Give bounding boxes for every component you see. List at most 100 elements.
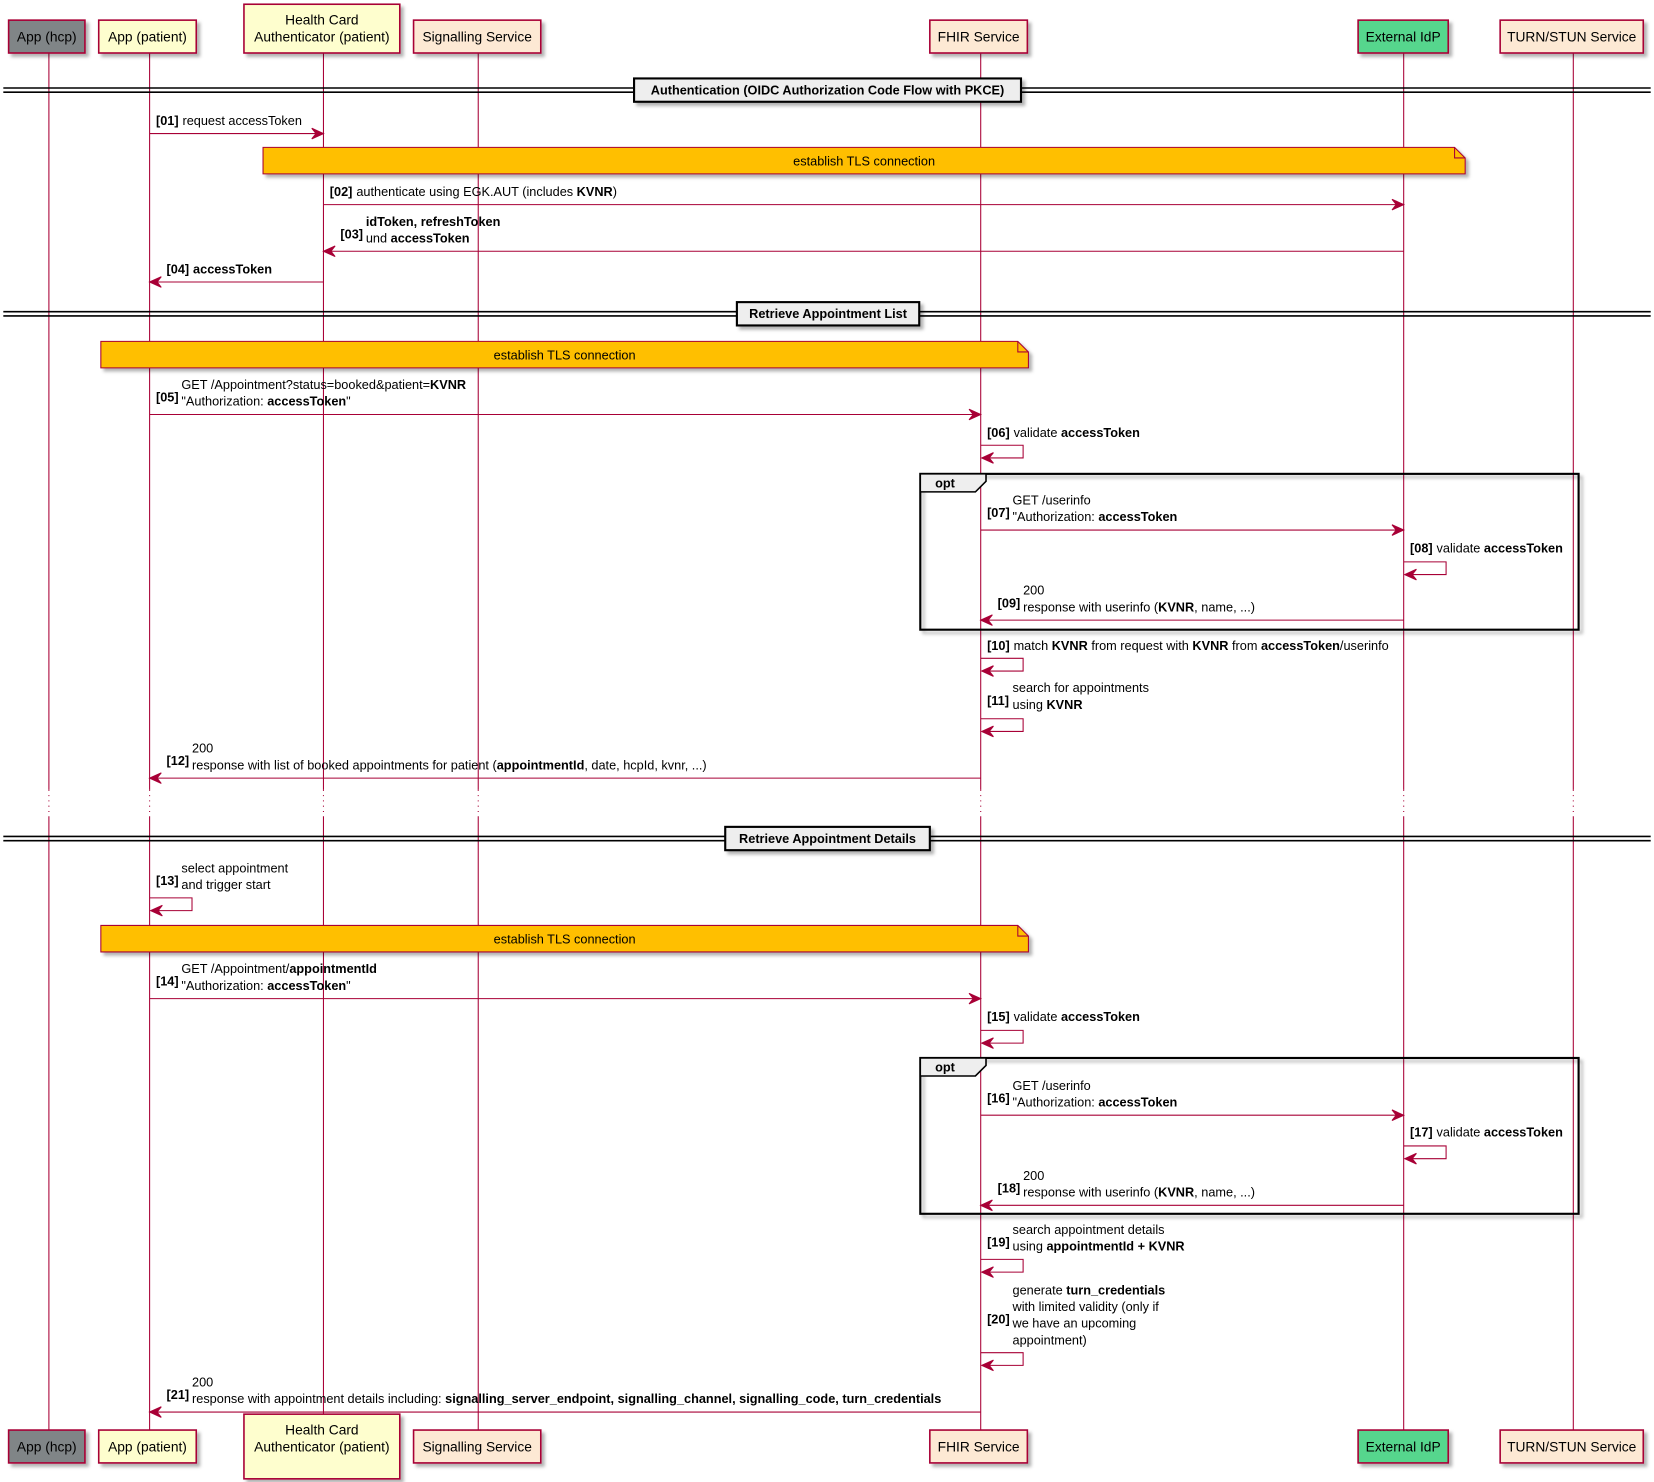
message-label-segment: 200 — [192, 1375, 213, 1390]
message-label: request accessToken — [182, 113, 301, 128]
message-label-segment: "Authorization: — [1013, 1094, 1099, 1109]
message-10: [10] match KVNR from request with KVNR fr… — [980, 638, 1389, 677]
message-12: [12]200response with list of booked appo… — [148, 741, 981, 784]
message-label-segment: "Authorization: — [181, 394, 267, 409]
message-label-segment: response with userinfo ( — [1023, 599, 1159, 614]
message-label: search appointment details — [1013, 1222, 1165, 1237]
message-01: [01] request accessToken — [149, 113, 325, 140]
message-label-segment: "Authorization: — [1013, 509, 1099, 524]
message-label: response with appointment details includ… — [192, 1391, 941, 1406]
message-label-segment: accessToken — [1061, 425, 1140, 440]
message-label-segment: "Authorization: — [181, 978, 267, 993]
message-label-segment: idToken, refreshToken — [366, 214, 501, 229]
message-08: [08] validate accessToken — [1403, 540, 1563, 581]
message-label-segment: appointment) — [1013, 1332, 1087, 1347]
message-11: [11] search for appointments using KVNR — [980, 680, 1149, 738]
message-label-segment: /userinfo — [1340, 638, 1389, 653]
message-label-segment: response with list of booked appointment… — [192, 757, 497, 772]
message-label-segment: appointmentId + KVNR — [1046, 1239, 1184, 1254]
participant-label-fhir: FHIR Service — [938, 1439, 1020, 1454]
participant-label-sig: Signalling Service — [422, 29, 532, 44]
message-label: we have an upcoming — [1012, 1316, 1137, 1331]
message-label-segment: authenticate using EGK.AUT (includes — [356, 184, 576, 199]
message-label-segment: validate — [1014, 425, 1061, 440]
participant-label-hca: Health Card — [285, 12, 358, 27]
message-label-segment: appointmentId — [497, 757, 585, 772]
participant-label-sig: Signalling Service — [422, 1439, 532, 1454]
divider-title: Authentication (OIDC Authorization Code … — [651, 82, 1005, 97]
message-label: using KVNR — [1013, 697, 1083, 712]
participant-label-patient: App (patient) — [108, 1439, 187, 1454]
note-text: establish TLS connection — [494, 931, 636, 946]
message-20: [20]generate turn_credentialswith limite… — [980, 1282, 1165, 1372]
message-label-segment: and trigger start — [181, 877, 271, 892]
message-number: [13] — [156, 873, 179, 888]
message-label-segment: , name, ...) — [1194, 1185, 1255, 1200]
message-label: authenticate using EGK.AUT (includes KVN… — [356, 184, 617, 199]
message-21: [21]200response with appointment details… — [148, 1375, 981, 1418]
message-label-segment: we have an upcoming — [1012, 1316, 1137, 1331]
participant-label-fhir: FHIR Service — [938, 29, 1020, 44]
message-number: [05] — [156, 390, 179, 405]
message-number: [15] — [987, 1009, 1010, 1024]
message-number: [07] — [987, 505, 1010, 520]
message-label: appointment) — [1013, 1332, 1087, 1347]
message-label-segment: using — [1013, 1239, 1047, 1254]
message-label-segment: match — [1014, 638, 1052, 653]
message-label-segment: accessToken — [1484, 540, 1563, 555]
message-label: GET /Appointment/appointmentId — [181, 961, 377, 976]
message-label: GET /Appointment?status=booked&patient=K… — [181, 377, 466, 392]
message-label-segment: 200 — [1023, 583, 1044, 598]
message-label-segment: accessToken — [1061, 1009, 1140, 1024]
message-number: [16] — [987, 1090, 1010, 1105]
message-number: [21] — [167, 1387, 190, 1402]
message-label-segment: GET /Appointment/ — [181, 961, 289, 976]
message-number: [12] — [167, 753, 190, 768]
message-label-segment: 200 — [192, 741, 213, 756]
message-label-segment: using — [1013, 697, 1047, 712]
message-label: und accessToken — [366, 230, 470, 245]
message-label: 200 — [192, 741, 213, 756]
message-16: [16]GET /userinfo"Authorization: accessT… — [980, 1078, 1405, 1121]
message-label-segment: from request with — [1088, 638, 1193, 653]
message-15: [15] validate accessToken — [980, 1009, 1140, 1049]
message-label-segment: appointmentId — [289, 961, 377, 976]
message-04: [04] accessToken — [148, 262, 324, 288]
message-label-segment: KVNR — [1158, 1185, 1194, 1200]
participant-label-hca: Authenticator (patient) — [254, 1439, 389, 1454]
message-label-segment: validate — [1437, 540, 1484, 555]
message-17: [17] validate accessToken — [1403, 1124, 1563, 1165]
sequence-diagram: Authentication (OIDC Authorization Code … — [0, 0, 1654, 1482]
message-label-segment: und — [366, 230, 391, 245]
note-text: establish TLS connection — [793, 153, 935, 168]
message-label: accessToken — [193, 262, 272, 277]
message-13: [13]select appointment and trigger start — [149, 860, 289, 917]
message-label-segment: select appointment — [181, 860, 288, 875]
message-label-segment: KVNR — [1158, 599, 1194, 614]
message-label-segment: accessToken — [1261, 638, 1340, 653]
participant-label-hcp: App (hcp) — [17, 1439, 77, 1454]
participant-label-idp: External IdP — [1366, 29, 1441, 44]
participant-label-hca: Authenticator (patient) — [254, 29, 389, 44]
message-label-segment: ) — [613, 184, 617, 199]
opt-label: opt — [935, 1060, 956, 1075]
message-number: [11] — [987, 693, 1009, 708]
message-label-segment: accessToken — [193, 262, 272, 277]
message-number: [09] — [998, 595, 1021, 610]
message-label-segment: GET /userinfo — [1013, 1078, 1091, 1093]
message-02: [02] authenticate using EGK.AUT (includes… — [323, 184, 1405, 211]
message-number: [20] — [987, 1312, 1010, 1327]
message-label: response with list of booked appointment… — [192, 757, 707, 772]
message-number: [02] — [330, 184, 353, 199]
message-label: validate accessToken — [1014, 425, 1140, 440]
message-number: [14] — [156, 974, 179, 989]
message-label: validate accessToken — [1437, 1124, 1563, 1139]
message-14: [14]GET /Appointment/appointmentId "Autho… — [149, 961, 982, 1005]
message-label: response with userinfo (KVNR, name, ...) — [1023, 1185, 1255, 1200]
message-label: "Authorization: accessToken" — [181, 394, 350, 409]
opt-label: opt — [935, 476, 956, 491]
message-label: GET /userinfo — [1013, 493, 1091, 508]
diagram-canvas: Authentication (OIDC Authorization Code … — [3, 3, 1651, 1480]
message-label-segment: KVNR — [1192, 638, 1228, 653]
message-05: [05]GET /Appointment?status=booked&patie… — [149, 377, 982, 421]
